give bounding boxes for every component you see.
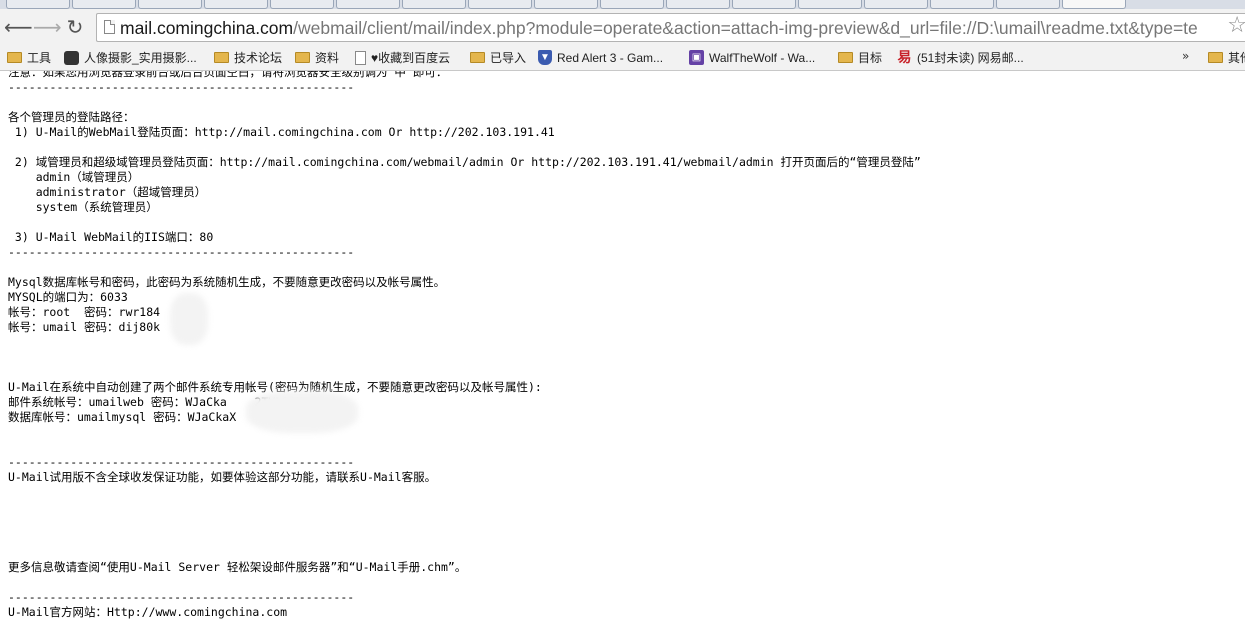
browser-tab[interactable] [72,0,136,9]
bookmark-label: 其他 [1228,51,1245,65]
url-path: /webmail/client/mail/index.php?module=op… [293,18,1198,38]
url-host: mail.comingchina.com [120,18,294,38]
document-viewer: U-Mail官方网站：Http://www.comingchina.com ---… [0,71,1245,619]
forward-arrow-icon[interactable]: ⟶ [33,14,62,40]
tab-strip [0,0,1245,9]
mail163-icon: 易 [897,49,912,66]
document-line: system（系统管理员） [8,200,158,214]
bookmark-item[interactable]: 人像摄影_实用摄影... [64,49,197,67]
browser-tab[interactable] [336,0,400,9]
bookmark-label: 人像摄影_实用摄影... [84,51,197,65]
bookmark-item[interactable]: 易 (51封未读) 网易邮... [897,49,1024,67]
bookmark-item[interactable]: ♥收藏到百度云 [355,49,450,67]
bookmark-item[interactable]: 工具 [7,49,51,67]
browser-tab[interactable] [666,0,730,9]
bookmark-label: (51封未读) 网易邮... [917,51,1024,65]
redaction-smudge [170,293,208,345]
browser-tab[interactable] [270,0,334,9]
document-line: 注意：如果您用浏览器登录前台或后台页面空白，请将浏览器安全级别调为“中”即可： [8,71,448,79]
bookmark-item[interactable]: ▣ WalfTheWolf - Wa... [689,49,815,67]
folder-icon [295,52,310,64]
bookmark-item[interactable]: ▼ Red Alert 3 - Gam... [538,49,663,67]
separator-line: ----------------------------------------… [8,245,355,259]
bookmark-label: 已导入 [490,51,527,65]
url-text[interactable]: mail.comingchina.com/webmail/client/mail… [120,18,1198,39]
document-line: 各个管理员的登陆路径： [8,110,135,124]
folder-icon [7,52,22,64]
browser-tab[interactable] [930,0,994,9]
folder-icon [1208,52,1223,64]
reload-icon[interactable]: ↻ [62,14,88,40]
folder-icon [470,52,485,64]
separator-line: ----------------------------------------… [8,80,355,94]
browser-tab[interactable] [996,0,1060,9]
browser-tab[interactable] [402,0,466,9]
document-line: 数据库帐号：umailmysql 密码：WJaCkaX [8,410,237,424]
browser-tab[interactable] [468,0,532,9]
document-line: 帐号：umail 密码：dij80k [8,320,161,334]
shield-icon: ▼ [538,50,552,66]
back-arrow-icon[interactable]: ⟵ [4,14,33,40]
bookmark-item[interactable]: 目标 [838,49,882,67]
bookmark-label: ♥收藏到百度云 [371,51,451,65]
document-line: 3) U-Mail WebMail的IIS端口：80 [8,230,214,244]
browser-tab[interactable] [600,0,664,9]
document-line: Mysql数据库帐号和密码，此密码为系统随机生成，不要随意更改密码以及帐号属性。 [8,275,446,289]
camera-icon [64,50,79,65]
document-line: 更多信息敬请查阅“使用U-Mail Server 轻松架设邮件服务器”和“U-M… [8,560,467,574]
bookmark-item[interactable]: 已导入 [470,49,526,67]
folder-icon [838,52,853,64]
bookmark-item[interactable]: 资料 [295,49,339,67]
bookmark-label: WalfTheWolf - Wa... [709,51,816,65]
redaction-smudge [246,391,358,433]
bookmark-label: Red Alert 3 - Gam... [557,51,664,65]
folder-icon [214,52,229,64]
browser-tab[interactable] [138,0,202,9]
browser-tab[interactable] [732,0,796,9]
browser-tab[interactable] [204,0,268,9]
browser-tab[interactable] [864,0,928,9]
document-line: U-Mail官方网站：Http://www.comingchina.com [8,605,288,619]
page-icon [104,20,115,34]
document-line: administrator（超域管理员） [8,185,207,199]
document-line: 1) U-Mail的WebMail登陆页面：http://mail.coming… [8,125,555,139]
browser-tab[interactable] [1062,0,1126,9]
bookmarks-overflow-chevron[interactable]: » [1182,49,1189,63]
document-line: admin（域管理员） [8,170,140,184]
bookmark-item[interactable]: 技术论坛 [214,49,282,67]
bookmark-item[interactable]: 其他 [1208,49,1245,67]
browser-tab[interactable] [798,0,862,9]
document-line: 2) 域管理员和超级域管理员登陆页面：http://mail.comingchi… [8,155,921,169]
browser-tab[interactable] [6,0,70,9]
bookmark-label: 工具 [27,51,52,65]
separator-line: ----------------------------------------… [8,455,355,469]
document-line: 帐号：root 密码：rwr184 [8,305,161,319]
document-line: MYSQL的端口为：6033 [8,290,128,304]
browser-toolbar: ⟵ ⟶ ↻ mail.comingchina.com/webmail/clien… [0,9,1245,46]
document-line: U-Mail试用版不含全球收发保证功能，如要体验这部分功能，请联系U-Mail客… [8,470,437,484]
browser-tab[interactable] [534,0,598,9]
bookmark-star-icon[interactable]: ☆ [1227,14,1245,38]
bookmark-label: 资料 [315,51,340,65]
bookmark-label: 技术论坛 [234,51,283,65]
bookmark-label: 目标 [858,51,883,65]
twitch-icon: ▣ [689,50,704,66]
address-bar[interactable]: mail.comingchina.com/webmail/client/mail… [96,13,1245,42]
document-icon [355,50,366,65]
separator-line: ----------------------------------------… [8,590,355,604]
bookmarks-bar: » 工具 人像摄影_实用摄影... 技术论坛 资料 ♥收藏到百度云 已导入 ▼ Red Ale… [0,46,1245,71]
